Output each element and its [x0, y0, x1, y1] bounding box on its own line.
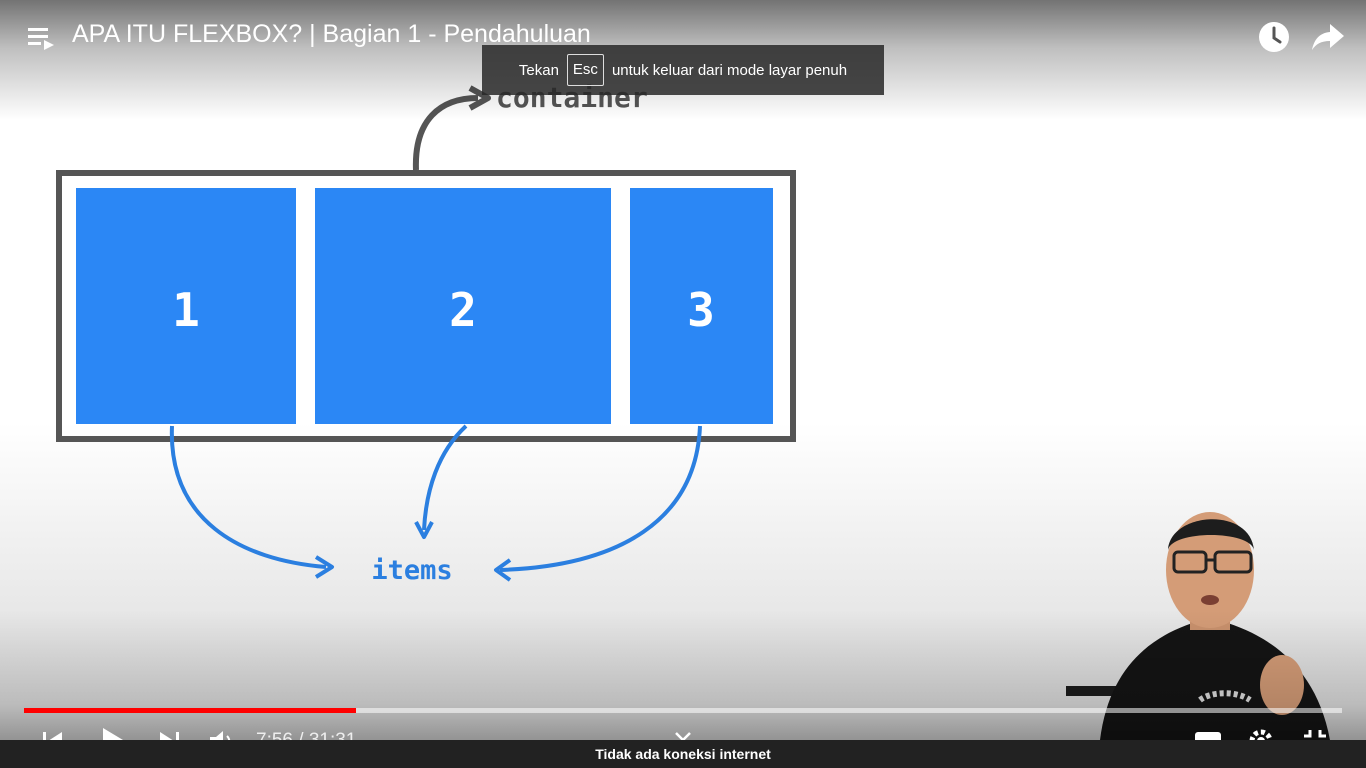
offline-status-bar: Tidak ada koneksi internet [0, 740, 1366, 768]
items-label: items [371, 555, 452, 586]
fullscreen-exit-toast: Tekan Esc untuk keluar dari mode layar p… [482, 45, 884, 95]
toast-suffix: untuk keluar dari mode layar penuh [611, 61, 848, 79]
share-icon[interactable] [1310, 20, 1346, 54]
clock-icon[interactable] [1256, 19, 1292, 55]
progress-played [24, 708, 357, 713]
video-frame[interactable]: 1 2 3 container items [0, 0, 1366, 768]
flex-item-3-label: 3 [687, 283, 715, 337]
toast-prefix: Tekan [518, 61, 559, 79]
esc-key-badge: Esc [566, 54, 604, 86]
item-3-arrow [499, 425, 702, 572]
playlist-icon[interactable] [26, 24, 56, 52]
flex-item-2-label: 2 [449, 283, 477, 337]
item-1-arrow [169, 425, 327, 569]
offline-message: Tidak ada koneksi internet [595, 746, 771, 762]
flex-item-1-label: 1 [172, 283, 200, 337]
progress-bar[interactable] [24, 708, 1342, 713]
